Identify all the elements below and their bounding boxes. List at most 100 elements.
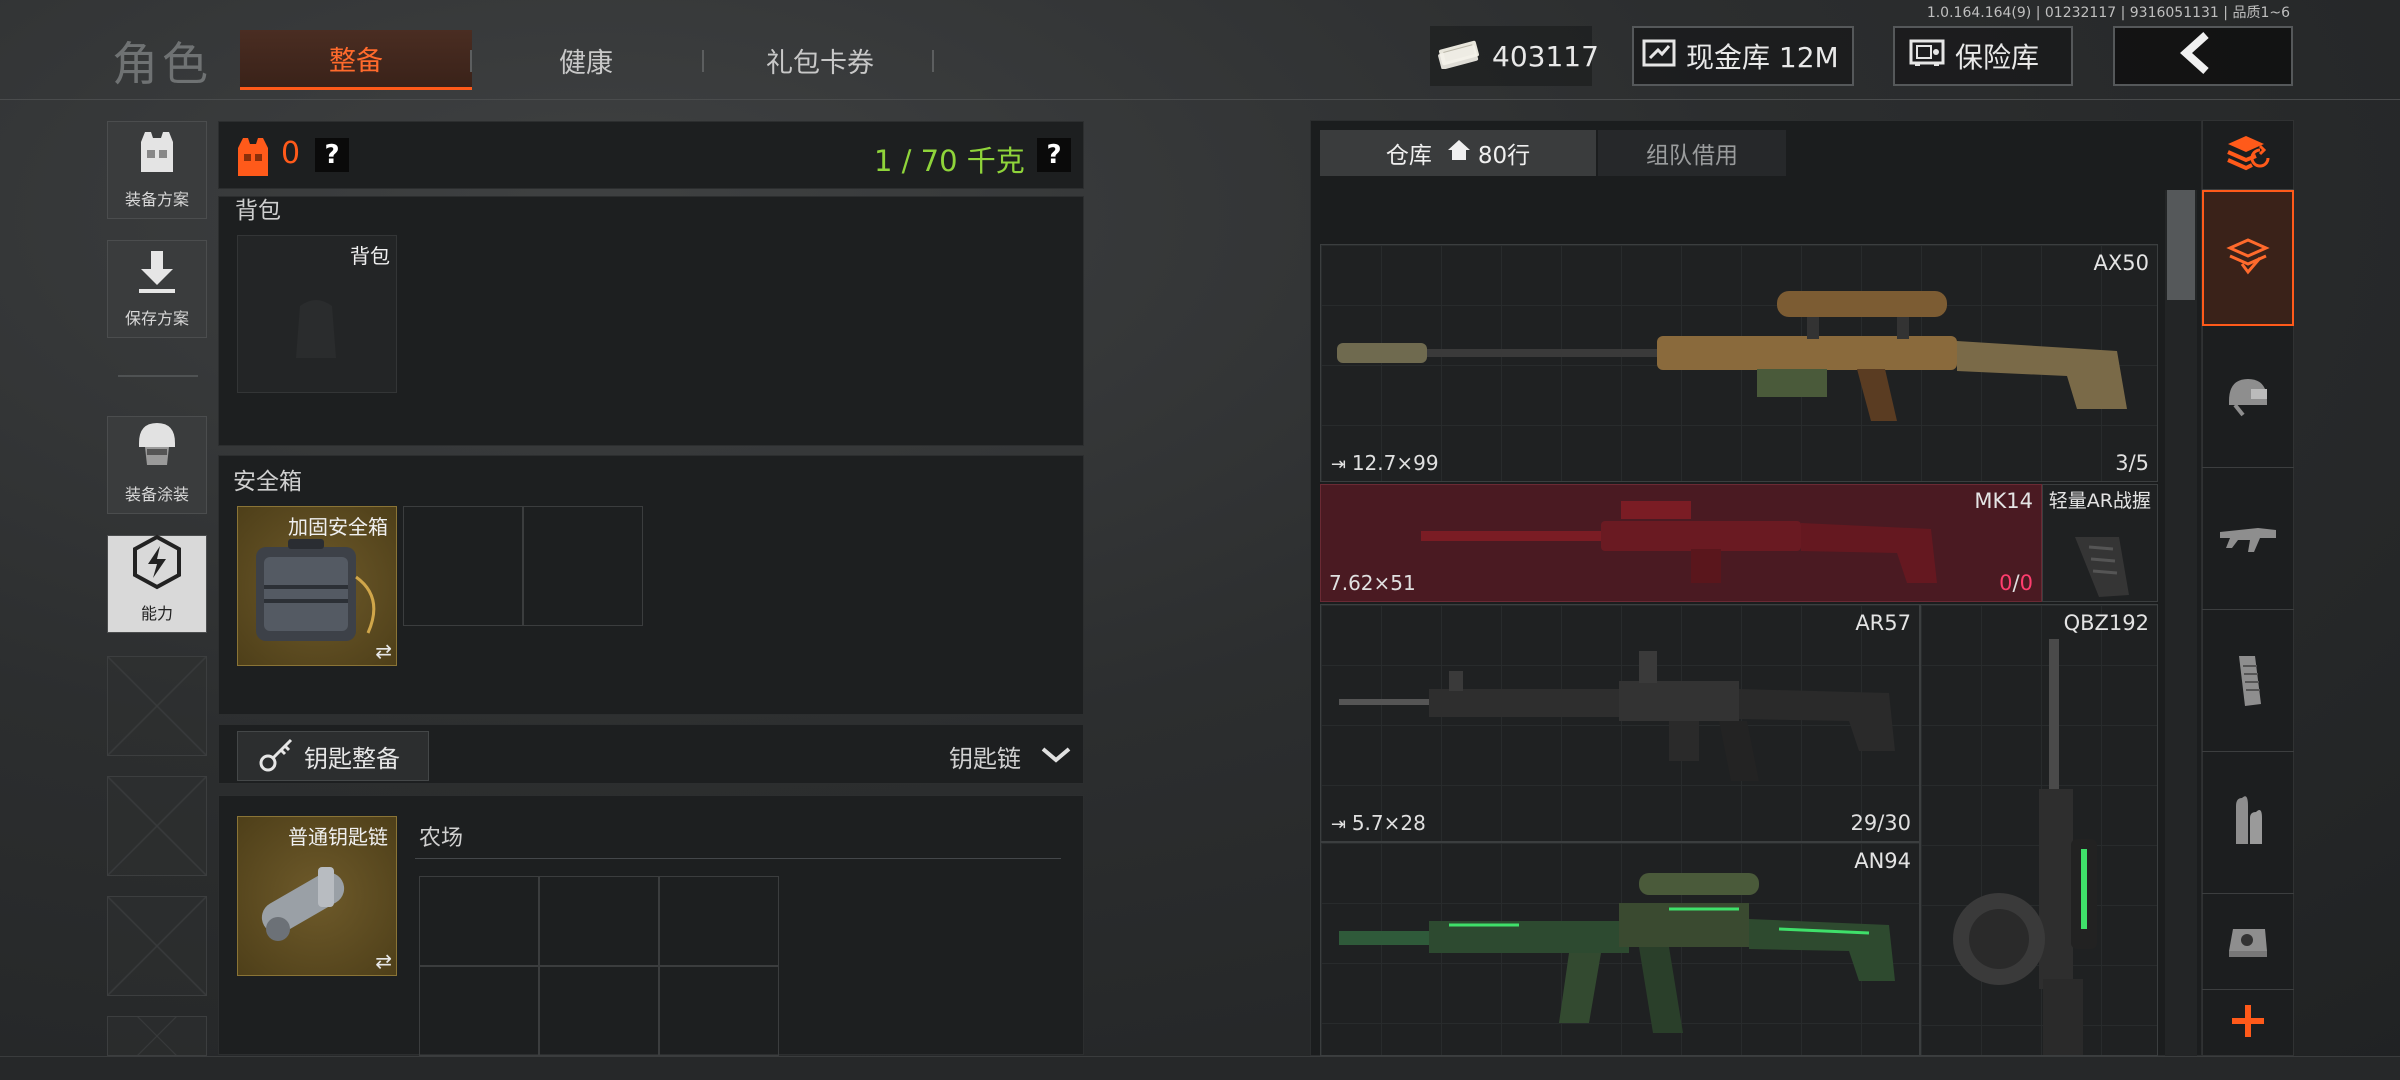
keychain-section: 普通钥匙链 ⇄ 农场: [218, 795, 1084, 1056]
category-tab-magazine[interactable]: [2202, 612, 2294, 752]
magazine-icon: [2231, 652, 2265, 712]
bottom-bar: [0, 1056, 2400, 1080]
item-ammo-count: 3/5: [2115, 451, 2149, 475]
backpack-section: 背包 背包: [218, 196, 1084, 446]
swap-icon[interactable]: ⇄: [375, 639, 392, 663]
category-tab-all[interactable]: [2202, 190, 2294, 326]
item-mk14[interactable]: MK14 7.62×51 0/0: [1320, 484, 2042, 602]
safe-box-section-label: 安全箱: [233, 469, 302, 495]
key-equip-button[interactable]: 钥匙整备: [237, 731, 429, 781]
safe-box-slot[interactable]: 加固安全箱 ⇄: [237, 506, 397, 666]
tab-gift-vouchers[interactable]: 礼包卡券: [730, 30, 910, 90]
keychain-dropdown-label[interactable]: 钥匙链: [949, 739, 1021, 774]
category-tab-attachment[interactable]: [2202, 896, 2294, 990]
rail-label: 保存方案: [124, 309, 189, 328]
item-ar57[interactable]: AR57 ⇥ 5.7×28 29/30: [1320, 604, 1920, 842]
banknote-icon: [1436, 37, 1492, 76]
item-caliber: ⇥ 5.7×28: [1331, 811, 1426, 835]
item-an94[interactable]: AN94: [1320, 842, 1920, 1056]
rail-ability[interactable]: 能力: [107, 534, 207, 633]
chevron-down-icon[interactable]: [1041, 747, 1071, 767]
tab-divider: [932, 50, 934, 72]
backpack-slot[interactable]: 背包: [237, 235, 397, 393]
safe-case-icon: [248, 537, 388, 653]
cash-vault-icon: [1642, 38, 1686, 75]
rail-equip-plan[interactable]: 装备方案: [107, 121, 207, 219]
armor-count: 0: [281, 136, 301, 171]
assault-rifle-icon: [1339, 641, 1899, 795]
rail-save-plan[interactable]: 保存方案: [107, 240, 207, 338]
grid-cell[interactable]: [523, 506, 643, 626]
tab-equip[interactable]: 整备: [240, 30, 472, 90]
weight-help-button[interactable]: ?: [1037, 138, 1071, 172]
category-tab-ammo[interactable]: [2202, 754, 2294, 894]
category-tab-helmet[interactable]: [2202, 328, 2294, 468]
tab-team-borrow[interactable]: 组队借用: [1598, 130, 1786, 176]
rail-label: 能力: [140, 604, 173, 623]
keychain-slot-label: 普通钥匙链: [288, 825, 388, 849]
category-tab-weapon[interactable]: [2202, 470, 2294, 610]
back-arrow-icon: [2176, 31, 2230, 82]
grid-cell[interactable]: [403, 506, 523, 626]
currency-amount: 403117: [1492, 39, 1599, 73]
caliber-text: 5.7×28: [1351, 811, 1426, 835]
tab-divider: [470, 50, 472, 72]
grid-cell[interactable]: [539, 876, 659, 966]
item-light-ar-grip[interactable]: 轻量AR战握: [2042, 484, 2158, 602]
home-icon: [1446, 138, 1472, 168]
cash-vault-button[interactable]: 现金库 12M: [1632, 26, 1854, 86]
version-label: 1.0.164.164(9) | 01232117 | 9316051131 |…: [1926, 5, 2290, 21]
layers-refresh-icon: [2224, 132, 2272, 178]
backpack-placeholder-icon: [286, 292, 346, 368]
armor-vest-icon: [235, 136, 271, 182]
item-qbz192[interactable]: QBZ192: [1920, 604, 2158, 1056]
item-caliber: 7.62×51: [1329, 571, 1416, 595]
item-name: AX50: [2093, 251, 2149, 275]
key-location-label: 农场: [419, 826, 464, 851]
swap-icon[interactable]: ⇄: [375, 949, 392, 973]
armor-help-button[interactable]: ?: [315, 138, 349, 172]
backpack-section-label: 背包: [235, 198, 281, 224]
add-category-button[interactable]: [2202, 990, 2294, 1056]
tab-divider: [702, 50, 704, 72]
rail-label: 装备涂装: [124, 485, 189, 504]
item-name: QBZ192: [2063, 611, 2149, 635]
safe-box-slot-label: 加固安全箱: [288, 515, 388, 539]
grid-cell[interactable]: [539, 966, 659, 1056]
storage-scrollbar[interactable]: [2165, 190, 2197, 1056]
cash-vault-label: 现金库 12M: [1686, 41, 1839, 74]
key-icon: [258, 735, 296, 777]
item-ammo-count: 29/30: [1850, 811, 1911, 835]
sort-refresh-button[interactable]: [2202, 120, 2294, 190]
caliber-text: 12.7×99: [1351, 451, 1439, 475]
item-ax50[interactable]: AX50 ⇥ 12.7×99 3/5: [1320, 244, 2158, 482]
weight-indicator: 1 / 70 千克: [874, 144, 1025, 178]
backpack-slot-label: 背包: [350, 244, 390, 268]
rifle-icon: [2218, 518, 2278, 562]
ammo-separator: /: [2012, 571, 2020, 595]
tab-warehouse[interactable]: 仓库 80行: [1320, 130, 1596, 176]
scrollbar-thumb[interactable]: [2167, 190, 2195, 300]
safe-box-section: 安全箱 加固安全箱 ⇄: [218, 455, 1084, 715]
tab-health[interactable]: 健康: [500, 30, 672, 90]
grid-cell[interactable]: [419, 966, 539, 1056]
item-name: AR57: [1855, 611, 1911, 635]
key-equip-label: 钥匙整备: [304, 744, 400, 773]
rail-divider: [118, 375, 198, 377]
plus-icon: [2230, 1003, 2266, 1043]
keychain-slot[interactable]: 普通钥匙链 ⇄: [237, 816, 397, 976]
vault-button[interactable]: 保险库: [1893, 26, 2073, 86]
grid-cell[interactable]: [419, 876, 539, 966]
key-section-header: 钥匙整备 钥匙链: [218, 724, 1084, 784]
grid-cell[interactable]: [659, 966, 779, 1056]
item-name: 轻量AR战握: [2048, 490, 2151, 512]
grid-cell[interactable]: [659, 876, 779, 966]
rail-equip-skin[interactable]: 装备涂装: [107, 416, 207, 514]
back-button[interactable]: [2113, 26, 2293, 86]
rail-empty-slot: [107, 896, 207, 996]
camo-rifle-icon: [1339, 863, 1899, 1055]
item-ammo-count: 0/0: [1999, 571, 2033, 595]
sight-icon: [2225, 921, 2271, 965]
currency-display: 403117: [1430, 26, 1599, 86]
item-name: MK14: [1974, 489, 2033, 513]
